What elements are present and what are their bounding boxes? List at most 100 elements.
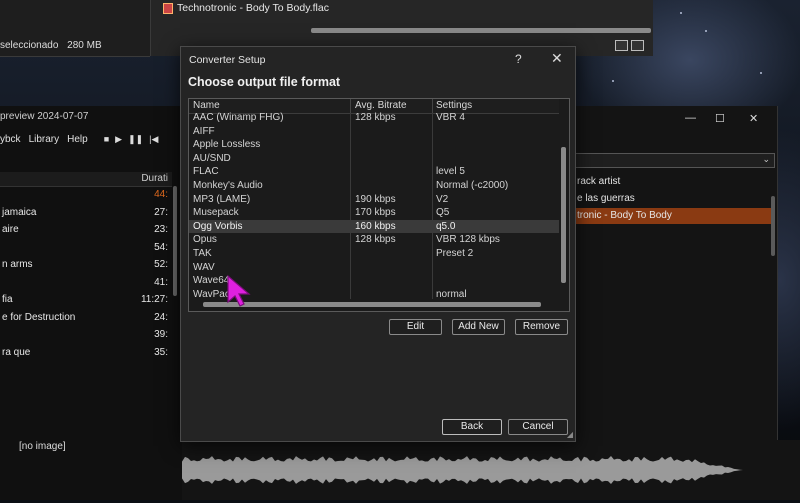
file-item[interactable]: Technotronic - Body To Body.flac [163, 0, 493, 16]
back-button[interactable]: Back [442, 419, 502, 435]
stop-icon[interactable]: ■ [104, 134, 109, 145]
track-duration: 35: [154, 346, 168, 358]
format-row[interactable]: AIFF [189, 125, 559, 139]
format-settings: VBR 128 kbps [436, 234, 500, 246]
track-row[interactable]: tronic - Body To Body [575, 208, 775, 224]
playlist-row[interactable]: 39: [0, 327, 172, 342]
add-new-button[interactable]: Add New [452, 319, 505, 335]
converter-setup-dialog: Converter Setup ? ✕ Choose output file f… [180, 46, 576, 442]
details-view-icon[interactable] [615, 40, 628, 51]
track-title: fia [2, 294, 13, 305]
previous-icon[interactable]: |◀ [149, 134, 158, 145]
close-icon[interactable]: ✕ [551, 50, 563, 67]
column-name[interactable]: Name [193, 100, 220, 111]
help-icon[interactable]: ? [515, 52, 522, 66]
column-settings[interactable]: Settings [436, 100, 472, 111]
format-bitrate: 128 kbps [355, 234, 396, 246]
format-row[interactable]: Musepack 170 kbps Q5 [189, 206, 559, 220]
playlist-row[interactable]: fia 11:27: [0, 292, 172, 307]
format-name: Wave64 [193, 275, 230, 287]
column-bitrate[interactable]: Avg. Bitrate [355, 100, 407, 111]
format-name: Apple Lossless [193, 139, 261, 151]
track-title: jamaica [2, 206, 37, 218]
track-duration: 44: [154, 189, 168, 200]
dialog-title: Converter Setup [189, 54, 266, 66]
sort-ascending-icon: ^ [269, 98, 273, 104]
cancel-button[interactable]: Cancel [508, 419, 568, 435]
dialog-heading: Choose output file format [188, 75, 341, 89]
track-list-scrollbar[interactable] [771, 196, 775, 256]
close-icon[interactable]: ✕ [749, 112, 758, 125]
format-settings: q5.0 [436, 220, 456, 232]
star [680, 12, 682, 14]
maximize-icon[interactable]: ☐ [715, 112, 725, 125]
format-bitrate: 128 kbps [355, 112, 396, 123]
status-selected-text: seleccionado [0, 40, 59, 51]
playlist-row[interactable]: jamaica 27: [0, 205, 172, 220]
star [612, 80, 614, 82]
playlist-row[interactable]: aire 23: [0, 222, 172, 237]
playlist-row[interactable]: ra que 35: [0, 345, 172, 360]
status-size: 280 MB [67, 40, 102, 51]
pause-icon[interactable]: ❚❚ [128, 134, 143, 145]
playlist-row[interactable]: e for Destruction 24: [0, 310, 172, 325]
horizontal-scrollbar[interactable] [311, 28, 651, 33]
format-row[interactable]: MP3 (LAME) 190 kbps V2 [189, 193, 559, 207]
edit-button[interactable]: Edit [389, 319, 442, 335]
menu-playback[interactable]: ybck [0, 134, 21, 145]
menu-bar: ybck Library Help ■ ▶ ❚❚ |◀ [0, 134, 158, 145]
tiles-view-icon[interactable] [631, 40, 644, 51]
format-list-horizontal-scrollbar[interactable] [203, 302, 541, 307]
minimize-icon[interactable]: — [685, 112, 696, 124]
remove-button[interactable]: Remove [515, 319, 568, 335]
format-row[interactable]: TAK Preset 2 [189, 247, 559, 261]
playlist-row[interactable]: 41: [0, 275, 172, 290]
format-name: Monkey's Audio [193, 180, 263, 191]
format-list-vertical-scrollbar[interactable] [561, 147, 566, 283]
format-name: Musepack [193, 207, 239, 219]
mouse-cursor-icon [227, 274, 251, 307]
format-name: TAK [193, 248, 212, 259]
track-title: n arms [2, 259, 33, 270]
track-row[interactable]: rack artist [575, 174, 775, 190]
format-settings: level 5 [436, 166, 465, 178]
duration-column-header[interactable]: Durati [141, 173, 168, 184]
track-row-text: tronic - Body To Body [577, 210, 672, 221]
playlist-row[interactable]: n arms 52: [0, 257, 172, 272]
playlist-row[interactable]: 54: [0, 240, 172, 255]
format-settings: Normal (-c2000) [436, 180, 509, 191]
playlist-scrollbar[interactable] [173, 186, 177, 296]
format-row[interactable]: WAV [189, 261, 559, 275]
play-icon[interactable]: ▶ [115, 134, 122, 145]
star [760, 72, 762, 74]
track-duration: 52: [154, 259, 168, 270]
menu-library[interactable]: Library [29, 134, 60, 145]
format-row[interactable]: FLAC level 5 [189, 165, 559, 179]
star [705, 30, 707, 32]
status-bar: seleccionado 280 MB [0, 40, 102, 51]
playlist-row[interactable]: 44: [0, 187, 172, 202]
format-row[interactable]: Monkey's Audio Normal (-c2000) [189, 179, 559, 193]
format-name: WAV [193, 261, 215, 273]
format-row[interactable]: Opus 128 kbps VBR 128 kbps [189, 233, 559, 247]
format-name: AIFF [193, 125, 215, 137]
format-name: Ogg Vorbis [193, 220, 243, 232]
track-duration: 27: [154, 206, 168, 218]
format-row[interactable]: Apple Lossless [189, 138, 559, 152]
track-duration: 54: [154, 241, 168, 253]
track-row-text: rack artist [577, 176, 621, 187]
explorer-window-left: seleccionado 280 MB [0, 0, 150, 57]
resize-grip-icon[interactable]: ◢ [567, 430, 573, 439]
waveform-shape [182, 456, 800, 484]
view-combobox[interactable]: ⌄ [575, 153, 775, 168]
waveform-seekbar[interactable] [182, 440, 800, 500]
track-duration: 11:27: [140, 294, 168, 305]
track-row[interactable]: e las guerras [575, 191, 775, 207]
format-row[interactable]: AU/SND [189, 152, 559, 166]
format-row[interactable]: AAC (Winamp FHG) 128 kbps VBR 4 [189, 111, 559, 125]
format-row[interactable]: Ogg Vorbis 160 kbps q5.0 [189, 219, 559, 234]
player-window: preview 2024-07-07 ybck Library Help ■ ▶… [0, 106, 182, 500]
menu-help[interactable]: Help [67, 134, 88, 145]
format-settings: VBR 4 [436, 112, 465, 123]
transport-controls: ■ ▶ ❚❚ |◀ [104, 134, 159, 145]
